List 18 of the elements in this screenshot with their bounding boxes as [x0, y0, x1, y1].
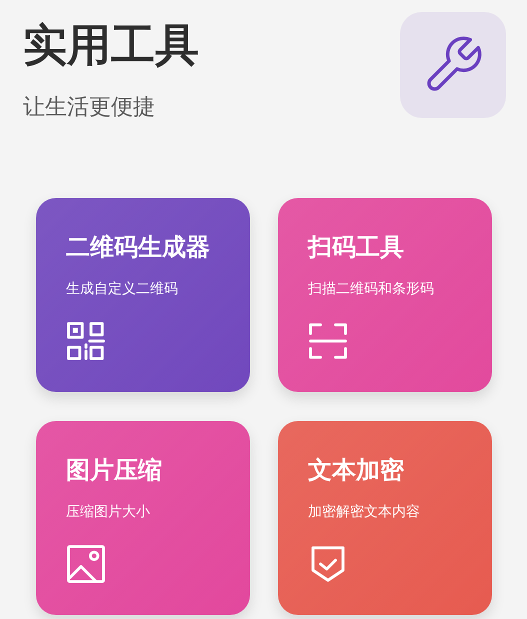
page-subtitle: 让生活更便捷	[23, 94, 156, 122]
card-title: 图片压缩	[66, 455, 163, 486]
scan-icon	[308, 321, 348, 361]
wrench-icon	[400, 12, 506, 118]
card-description: 生成自定义二维码	[66, 280, 179, 299]
tool-card[interactable]: 扫码工具 扫描二维码和条形码	[278, 198, 492, 392]
tool-card[interactable]: 文本加密 加密解密文本内容	[278, 421, 492, 615]
card-description: 扫描二维码和条形码	[308, 280, 435, 299]
qr-icon	[66, 321, 106, 361]
page-title: 实用工具	[23, 19, 199, 73]
card-title: 二维码生成器	[66, 232, 211, 263]
card-title: 扫码工具	[308, 232, 405, 263]
tool-card[interactable]: 二维码生成器 生成自定义二维码	[36, 198, 250, 392]
image-icon	[66, 544, 106, 584]
card-title: 文本加密	[308, 455, 405, 486]
card-description: 加密解密文本内容	[308, 503, 421, 522]
tool-card[interactable]: 图片压缩 压缩图片大小	[36, 421, 250, 615]
card-description: 压缩图片大小	[66, 503, 151, 522]
